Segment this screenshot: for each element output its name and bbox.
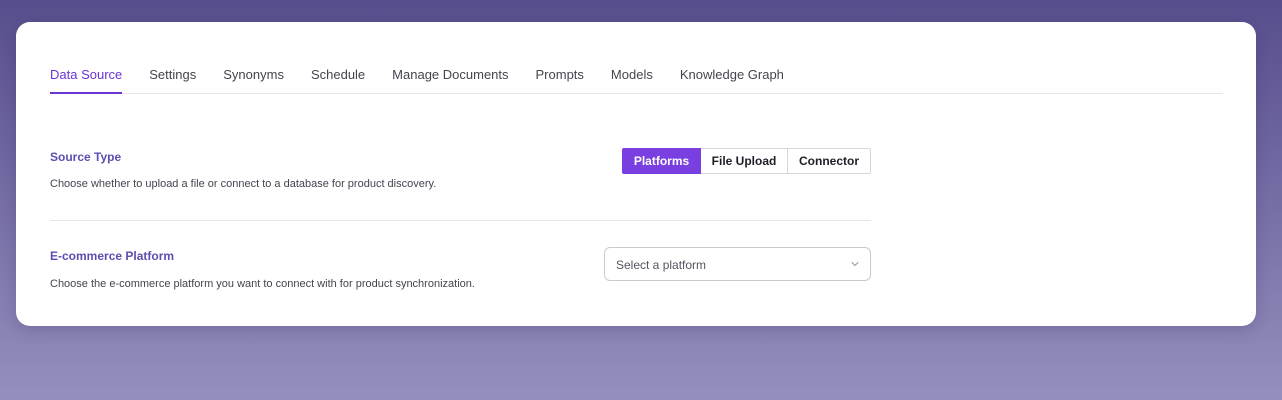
ecommerce-platform-title: E-commerce Platform [50, 249, 175, 263]
tab-manage-documents[interactable]: Manage Documents [392, 66, 508, 94]
tab-synonyms[interactable]: Synonyms [223, 66, 284, 94]
tab-knowledge-graph[interactable]: Knowledge Graph [680, 66, 784, 94]
source-type-title: Source Type [50, 150, 122, 164]
platform-select[interactable]: Select a platform [604, 247, 871, 281]
source-type-toggle: Platforms File Upload Connector [622, 148, 871, 174]
settings-card: Data Source Settings Synonyms Schedule M… [16, 22, 1256, 326]
tab-bar: Data Source Settings Synonyms Schedule M… [50, 66, 1223, 94]
source-type-description: Choose whether to upload a file or conne… [50, 178, 437, 190]
tab-schedule[interactable]: Schedule [311, 66, 365, 94]
platform-select-placeholder: Select a platform [616, 258, 707, 272]
tab-settings[interactable]: Settings [149, 66, 196, 94]
ecommerce-platform-description: Choose the e-commerce platform you want … [50, 278, 475, 290]
section-divider [50, 220, 871, 221]
connector-button[interactable]: Connector [788, 148, 871, 174]
tab-models[interactable]: Models [611, 66, 653, 94]
tab-prompts[interactable]: Prompts [536, 66, 584, 94]
file-upload-button[interactable]: File Upload [701, 148, 788, 174]
tab-data-source[interactable]: Data Source [50, 66, 123, 94]
chevron-down-icon [851, 261, 859, 267]
platforms-button[interactable]: Platforms [622, 148, 701, 174]
